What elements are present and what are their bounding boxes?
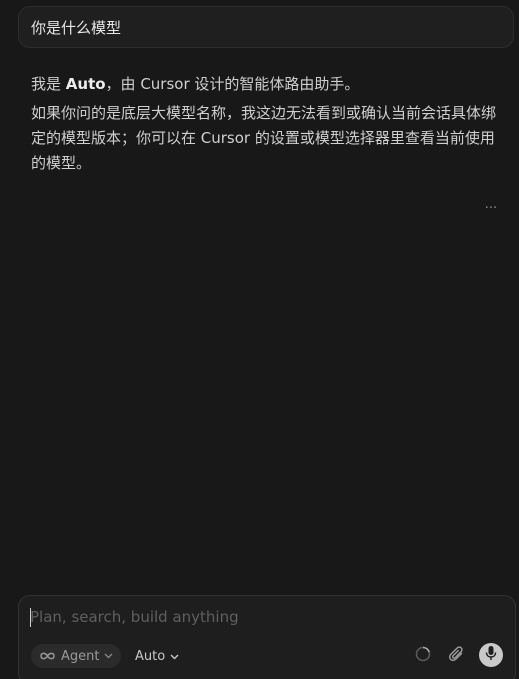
assistant-paragraph-2: 如果你问的是底层大模型名称，我这边无法看到或确认当前会话具体绑定的模型版本；你可… xyxy=(31,104,497,172)
assistant-para1-prefix: 我是 xyxy=(31,75,66,93)
user-message-text: 你是什么模型 xyxy=(31,18,122,37)
chevron-down-icon xyxy=(170,649,179,664)
composer-input[interactable] xyxy=(30,605,500,629)
microphone-icon xyxy=(484,645,498,665)
assistant-paragraph-1: 我是 Auto，由 Cursor 设计的智能体路由助手。 xyxy=(31,72,509,97)
mode-selector-button[interactable]: Agent xyxy=(31,644,122,668)
chat-panel: 你是什么模型 我是 Auto，由 Cursor 设计的智能体路由助手。 如果你问… xyxy=(0,0,519,679)
user-message-bubble[interactable]: 你是什么模型 xyxy=(18,6,514,48)
voice-input-button[interactable] xyxy=(479,643,503,667)
assistant-response: 我是 Auto，由 Cursor 设计的智能体路由助手。 如果你问的是底层大模型… xyxy=(31,72,509,180)
model-label: Auto xyxy=(135,648,166,664)
loading-spinner-icon xyxy=(414,645,432,667)
chevron-down-icon xyxy=(104,653,113,659)
assistant-para1-suffix: ，由 Cursor 设计的智能体路由助手。 xyxy=(105,75,360,93)
model-selector-button[interactable]: Auto xyxy=(135,644,179,668)
infinity-icon xyxy=(39,651,56,661)
mode-label: Agent xyxy=(61,648,100,664)
composer: Agent Auto xyxy=(18,595,516,679)
text-caret xyxy=(30,608,31,627)
attach-button[interactable] xyxy=(445,644,469,668)
paperclip-icon xyxy=(448,645,466,667)
context-usage-button[interactable] xyxy=(411,644,435,668)
more-options-button[interactable]: ··· xyxy=(481,202,501,216)
assistant-para1-bold: Auto xyxy=(65,75,106,93)
ellipsis-icon: ··· xyxy=(484,201,498,216)
